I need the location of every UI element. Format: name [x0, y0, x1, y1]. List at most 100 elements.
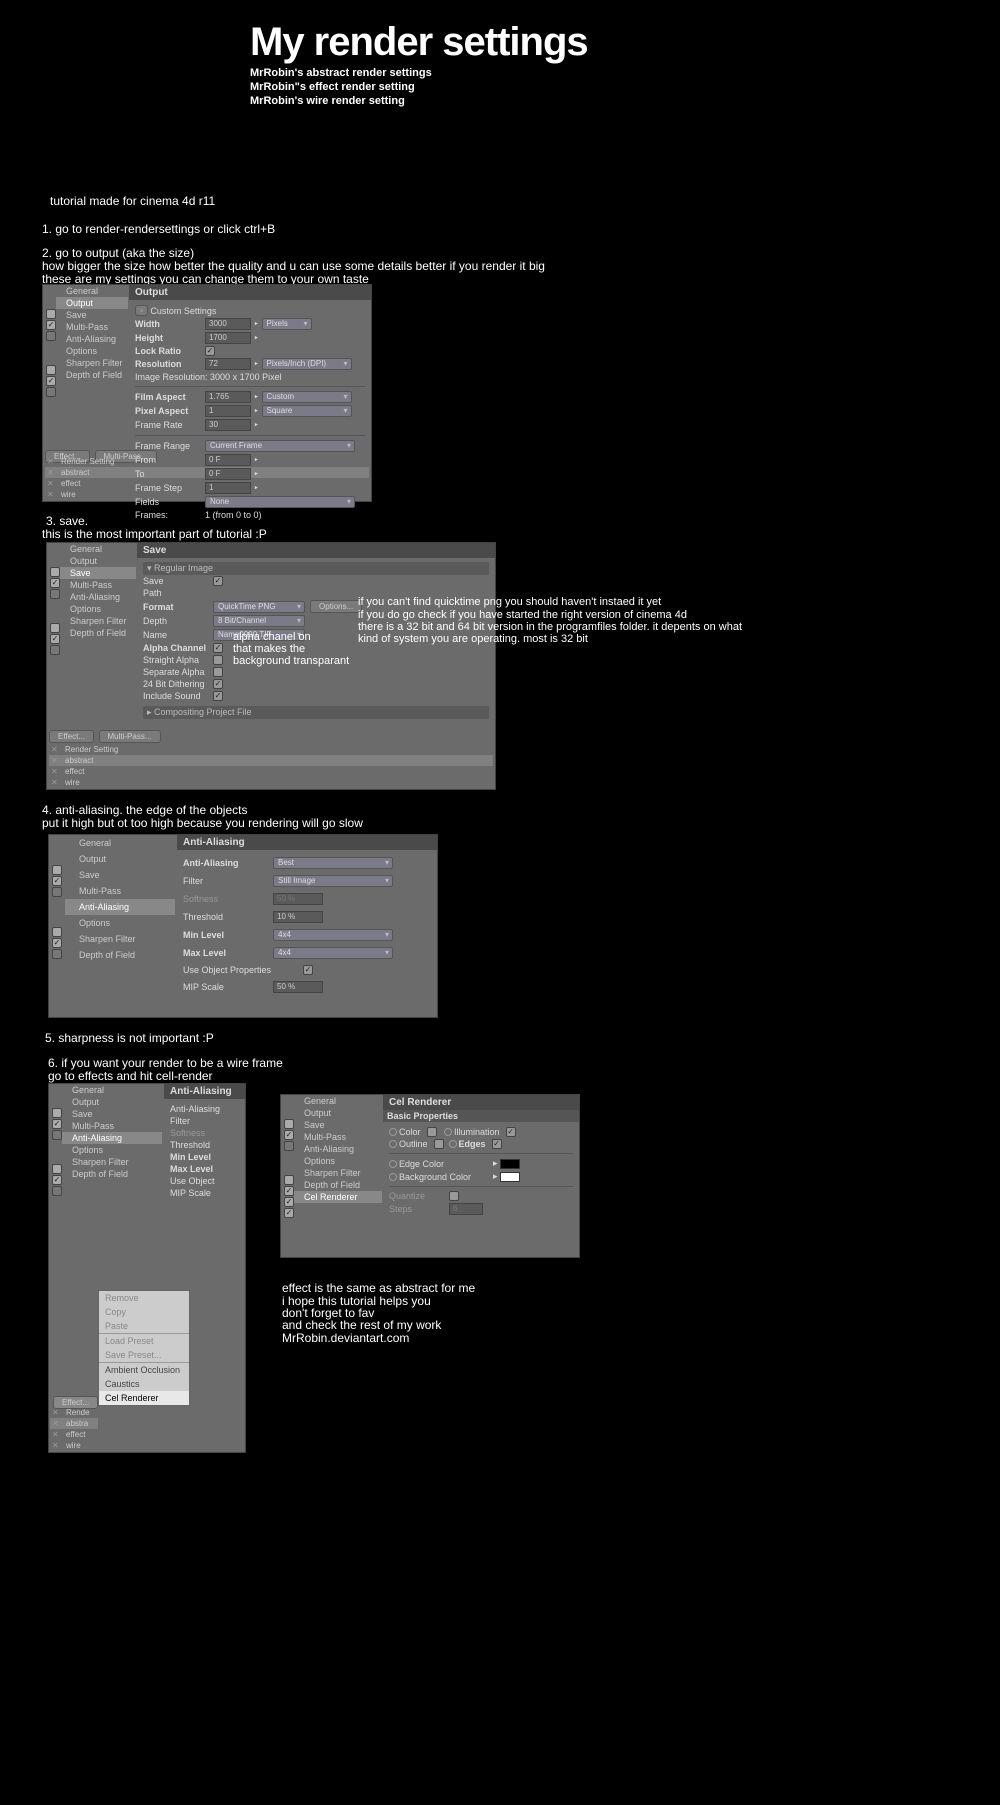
tree-aa[interactable]: Anti-Aliasing — [65, 899, 175, 915]
outline-check[interactable] — [434, 1139, 444, 1149]
tree-options[interactable]: Options — [56, 345, 128, 357]
film-aspect-unit[interactable]: Custom — [262, 391, 352, 403]
edges-check[interactable] — [492, 1139, 502, 1149]
minlevel-dropdown[interactable]: 4x4 — [273, 929, 393, 941]
tree-output[interactable]: Output — [65, 851, 175, 867]
ctx-caustics[interactable]: Caustics — [99, 1377, 189, 1391]
pixel-aspect-field[interactable]: 1 — [205, 405, 251, 417]
quantize-check[interactable] — [449, 1191, 459, 1201]
ctx-savepreset[interactable]: Save Preset... — [99, 1348, 189, 1362]
from-field[interactable]: 0 F — [205, 454, 251, 466]
tree-dof[interactable]: Depth of Field — [65, 947, 175, 963]
tree-sharpen[interactable]: Sharpen Filter — [62, 1156, 162, 1168]
steps-field[interactable]: 6 — [449, 1203, 483, 1215]
tree-output[interactable]: Output — [56, 297, 128, 309]
straight-check[interactable] — [213, 655, 223, 665]
tree-sharpen[interactable]: Sharpen Filter — [60, 615, 136, 627]
useobj-check[interactable] — [303, 965, 313, 975]
fps-field[interactable]: 30 — [205, 419, 251, 431]
tree-save[interactable]: Save — [60, 567, 136, 579]
tree-aa[interactable]: Anti-Aliasing — [56, 333, 128, 345]
ctx-copy[interactable]: Copy — [99, 1305, 189, 1319]
to-field[interactable]: 0 F — [205, 468, 251, 480]
tree-multipass[interactable]: Multi-Pass — [56, 321, 128, 333]
tree-general[interactable]: General — [60, 543, 136, 555]
tree-general[interactable]: General — [294, 1095, 382, 1107]
illum-radio[interactable] — [444, 1128, 452, 1136]
tree-general[interactable]: General — [62, 1084, 162, 1096]
tree-save[interactable]: Save — [294, 1119, 382, 1131]
color-radio[interactable] — [389, 1128, 397, 1136]
edgecolor-swatch[interactable] — [500, 1159, 520, 1169]
separate-check[interactable] — [213, 667, 223, 677]
threshold-field[interactable]: 10 % — [273, 911, 323, 923]
tree-dof[interactable]: Depth of Field — [60, 627, 136, 639]
edgecolor-radio[interactable] — [389, 1160, 397, 1168]
tree-dof[interactable]: Depth of Field — [62, 1168, 162, 1180]
edges-radio[interactable] — [449, 1140, 457, 1148]
save-check[interactable] — [213, 576, 223, 586]
mip-field[interactable]: 50 % — [273, 981, 323, 993]
bgcolor-radio[interactable] — [389, 1173, 397, 1181]
tree-general[interactable]: General — [65, 835, 175, 851]
ctx-paste[interactable]: Paste — [99, 1319, 189, 1333]
tree-multipass[interactable]: Multi-Pass — [62, 1120, 162, 1132]
ctx-cel-renderer[interactable]: Cel Renderer — [99, 1391, 189, 1405]
fields-dropdown[interactable]: None — [205, 496, 355, 508]
resolution-unit[interactable]: Pixels/Inch (DPI) — [262, 358, 352, 370]
frange-dropdown[interactable]: Current Frame — [205, 440, 355, 452]
tree-options[interactable]: Options — [60, 603, 136, 615]
outline-radio[interactable] — [389, 1140, 397, 1148]
width-unit[interactable]: Pixels — [262, 318, 312, 330]
ctx-loadpreset[interactable]: Load Preset — [99, 1334, 189, 1348]
tree-aa[interactable]: Anti-Aliasing — [294, 1143, 382, 1155]
film-aspect-field[interactable]: 1.765 — [205, 391, 251, 403]
tree-options[interactable]: Options — [62, 1144, 162, 1156]
tree-save[interactable]: Save — [62, 1108, 162, 1120]
depth-dropdown[interactable]: 8 Bit/Channel — [213, 615, 305, 627]
tree-dof[interactable]: Depth of Field — [56, 369, 128, 381]
compositing-section[interactable]: ▸ Compositing Project File — [143, 706, 489, 719]
tree-sharpen[interactable]: Sharpen Filter — [56, 357, 128, 369]
alpha-check[interactable] — [213, 643, 223, 653]
tree-save[interactable]: Save — [56, 309, 128, 321]
multipass-button[interactable]: Multi-Pass... — [99, 730, 161, 743]
tree-options[interactable]: Options — [294, 1155, 382, 1167]
tree-multipass[interactable]: Multi-Pass — [65, 883, 175, 899]
pixel-aspect-unit[interactable]: Square — [262, 405, 352, 417]
maxlevel-dropdown[interactable]: 4x4 — [273, 947, 393, 959]
tree-output[interactable]: Output — [60, 555, 136, 567]
sound-check[interactable] — [213, 691, 223, 701]
width-field[interactable]: 3000 — [205, 318, 251, 330]
color-check[interactable] — [427, 1127, 437, 1137]
height-field[interactable]: 1700 — [205, 332, 251, 344]
illum-check[interactable] — [506, 1127, 516, 1137]
effect-button[interactable]: Effect... — [49, 730, 94, 743]
tree-general[interactable]: General — [56, 285, 128, 297]
tree-sharpen[interactable]: Sharpen Filter — [65, 931, 175, 947]
tree-dof[interactable]: Depth of Field — [294, 1179, 382, 1191]
tree-multipass[interactable]: Multi-Pass — [294, 1131, 382, 1143]
lock-ratio-check[interactable] — [205, 346, 215, 356]
tree-aa[interactable]: Anti-Aliasing — [62, 1132, 162, 1144]
resolution-field[interactable]: 72 — [205, 358, 251, 370]
tree-save[interactable]: Save — [65, 867, 175, 883]
dither-check[interactable] — [213, 679, 223, 689]
tree-multipass[interactable]: Multi-Pass — [60, 579, 136, 591]
regular-image-section[interactable]: ▾ Regular Image — [143, 562, 489, 575]
tree-cel-renderer[interactable]: Cel Renderer — [294, 1191, 382, 1203]
aa-mode-dropdown[interactable]: Best — [273, 857, 393, 869]
tree-options[interactable]: Options — [65, 915, 175, 931]
tree-output[interactable]: Output — [62, 1096, 162, 1108]
tree-aa[interactable]: Anti-Aliasing — [60, 591, 136, 603]
tree-output[interactable]: Output — [294, 1107, 382, 1119]
filter-dropdown[interactable]: Still Image — [273, 875, 393, 887]
tree-sharpen[interactable]: Sharpen Filter — [294, 1167, 382, 1179]
softness-field[interactable]: 50 % — [273, 893, 323, 905]
ctx-ao[interactable]: Ambient Occlusion — [99, 1363, 189, 1377]
bgcolor-swatch[interactable] — [500, 1172, 520, 1182]
options-button[interactable]: Options... — [310, 600, 362, 613]
ctx-remove[interactable]: Remove — [99, 1291, 189, 1305]
format-dropdown[interactable]: QuickTime PNG — [213, 601, 305, 613]
fstep-field[interactable]: 1 — [205, 482, 251, 494]
